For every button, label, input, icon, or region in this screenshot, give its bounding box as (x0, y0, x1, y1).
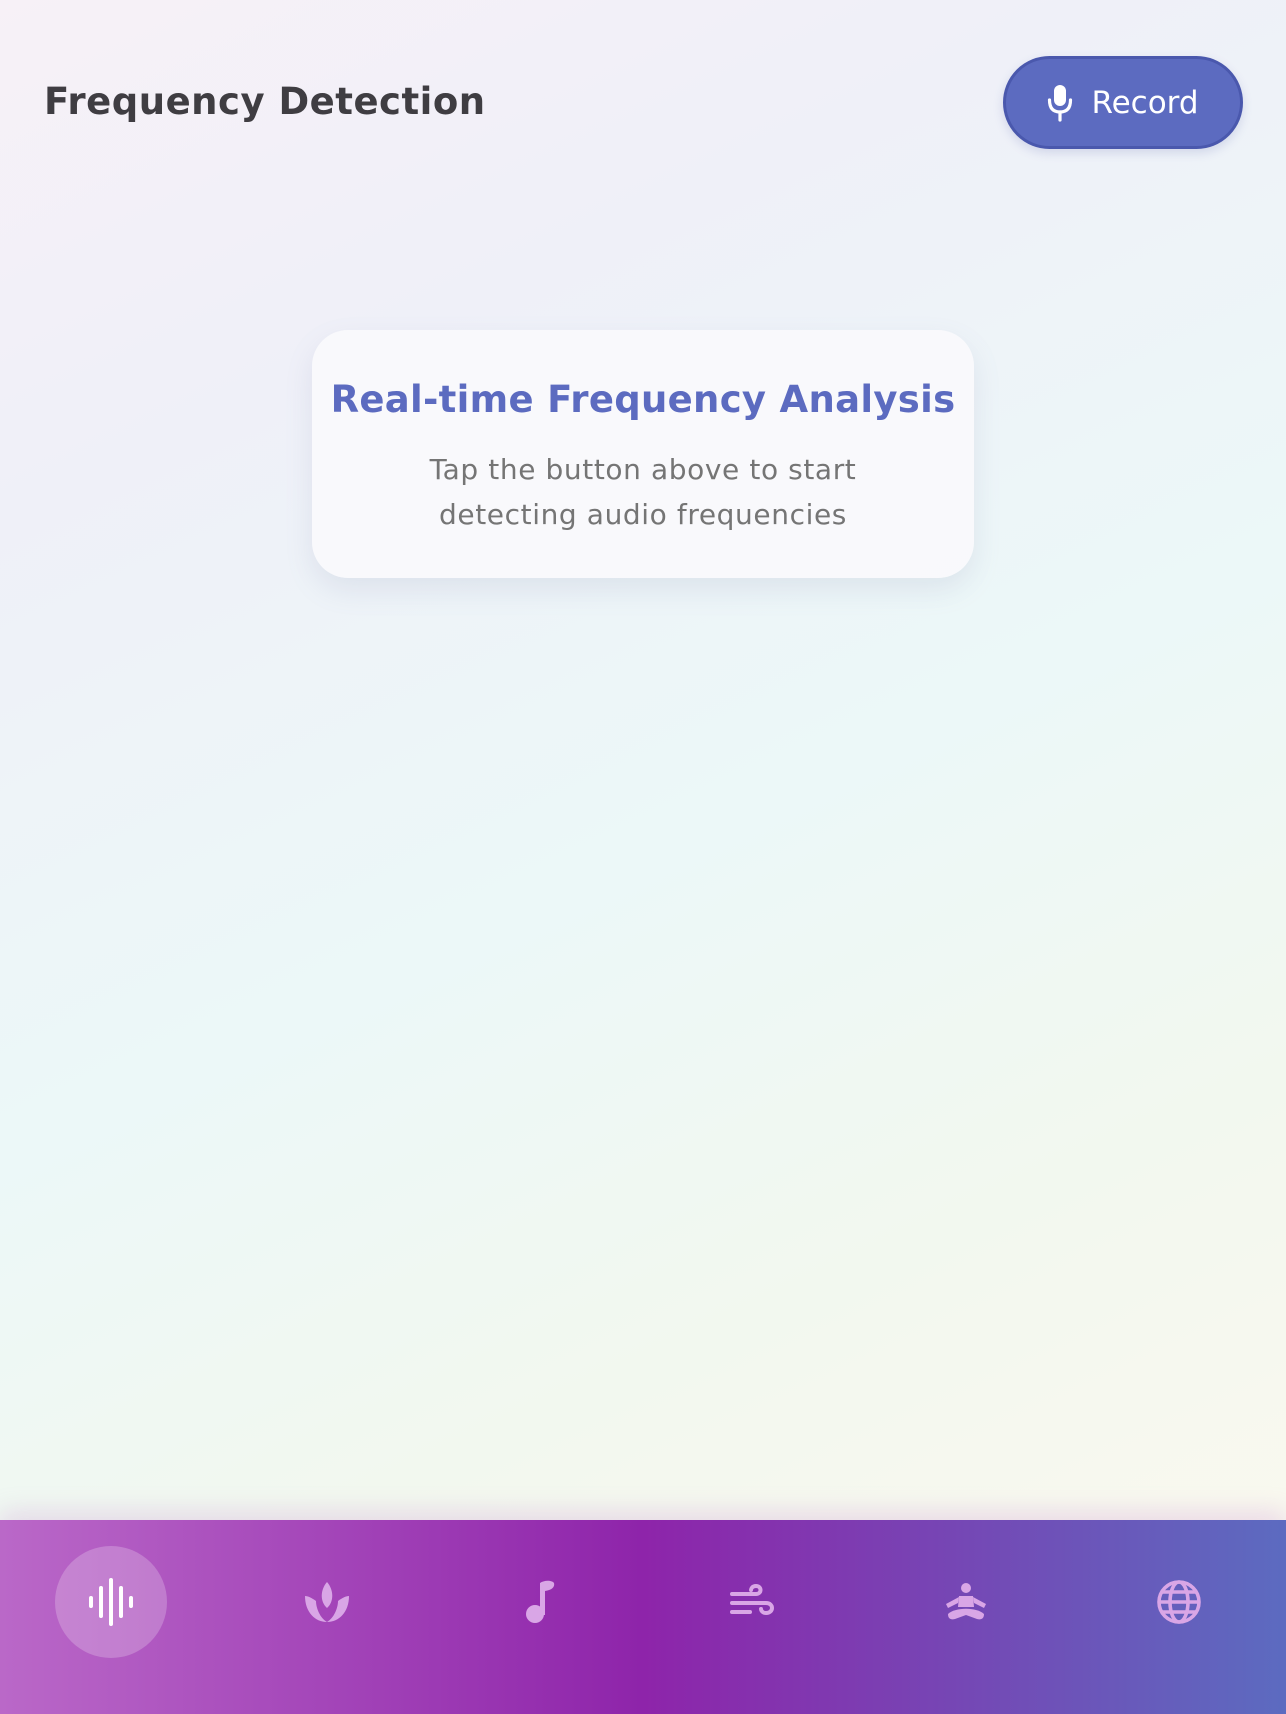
info-card-title: Real-time Frequency Analysis (330, 378, 956, 421)
nav-item-breathing[interactable] (697, 1546, 809, 1658)
music-note-icon (526, 1580, 555, 1623)
nav-item-relax[interactable] (271, 1546, 383, 1658)
nav-item-language[interactable] (1123, 1546, 1235, 1658)
wind-icon (730, 1583, 774, 1616)
lotus-icon (305, 1582, 349, 1622)
info-card: Real-time Frequency Analysis Tap the but… (312, 330, 974, 578)
record-button[interactable]: Record (1003, 56, 1243, 149)
record-button-label: Record (1091, 84, 1199, 121)
waveform-icon (89, 1578, 133, 1626)
meditation-icon (946, 1583, 986, 1620)
nav-item-music[interactable] (484, 1546, 596, 1658)
microphone-icon (1047, 84, 1073, 122)
page-title: Frequency Detection (44, 80, 486, 123)
nav-item-meditation[interactable] (910, 1546, 1022, 1658)
bottom-nav (0, 1520, 1286, 1714)
info-card-description: Tap the button above to start detecting … (429, 453, 857, 531)
nav-item-frequency[interactable] (55, 1546, 167, 1658)
globe-icon (1157, 1580, 1201, 1624)
